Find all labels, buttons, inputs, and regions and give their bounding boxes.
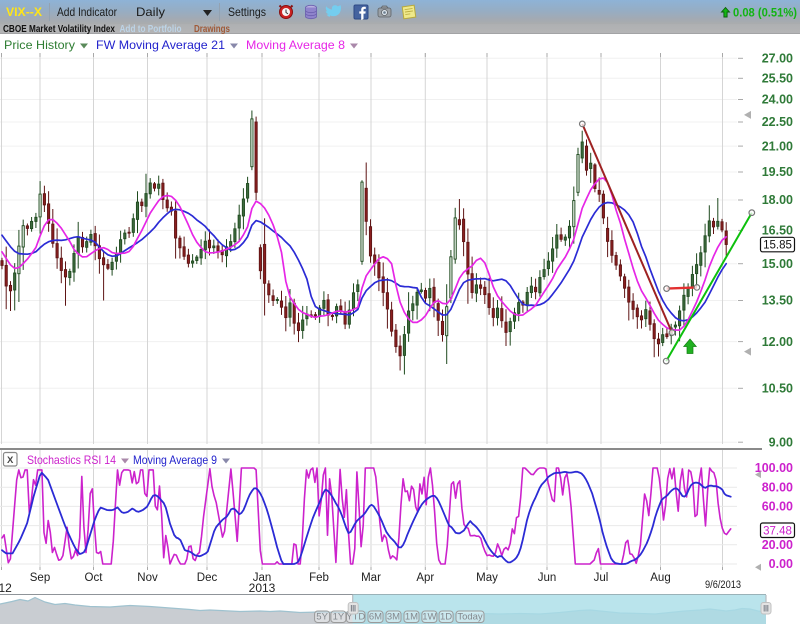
svg-text:25.50: 25.50 xyxy=(762,72,793,86)
svg-text:1Y: 1Y xyxy=(333,612,345,623)
svg-text:37.48: 37.48 xyxy=(763,525,792,537)
svg-text:9/6/2013: 9/6/2013 xyxy=(705,579,741,591)
svg-text:19.50: 19.50 xyxy=(762,165,793,179)
svg-text:5Y: 5Y xyxy=(316,612,328,623)
svg-text:15.00: 15.00 xyxy=(762,257,793,271)
svg-text:Mar: Mar xyxy=(361,572,381,584)
svg-text:Apr: Apr xyxy=(416,572,434,584)
svg-text:Stochastics RSI 14: Stochastics RSI 14 xyxy=(27,453,116,467)
svg-text:21.00: 21.00 xyxy=(762,139,793,153)
svg-text:1D: 1D xyxy=(440,612,452,623)
svg-text:13.50: 13.50 xyxy=(762,294,793,308)
svg-text:Oct: Oct xyxy=(85,572,104,584)
svg-text:Aug: Aug xyxy=(650,572,670,584)
svg-text:15.85: 15.85 xyxy=(763,240,792,252)
svg-text:X: X xyxy=(7,455,14,466)
svg-text:1M: 1M xyxy=(405,612,418,623)
svg-text:VIX--X: VIX--X xyxy=(6,5,42,19)
svg-text:Moving Average 8: Moving Average 8 xyxy=(246,38,345,52)
svg-text:CBOE Market Volatility Index: CBOE Market Volatility Index xyxy=(3,24,115,35)
svg-text:20.00: 20.00 xyxy=(762,538,793,552)
svg-text:Dec: Dec xyxy=(197,572,218,584)
svg-text:Add to Portfolio: Add to Portfolio xyxy=(120,24,182,35)
svg-text:2013: 2013 xyxy=(249,581,276,595)
svg-text:Jul: Jul xyxy=(594,572,609,584)
svg-text:2012: 2012 xyxy=(0,581,12,595)
svg-text:12.00: 12.00 xyxy=(762,335,793,349)
svg-text:Nov: Nov xyxy=(137,572,158,584)
svg-text:Today: Today xyxy=(457,612,483,623)
svg-text:6M: 6M xyxy=(369,612,382,623)
svg-text:Price History: Price History xyxy=(4,38,75,52)
svg-text:0.00: 0.00 xyxy=(769,557,793,571)
svg-text:18.00: 18.00 xyxy=(762,193,793,207)
svg-text:Moving Average 9: Moving Average 9 xyxy=(133,453,217,467)
svg-text:16.50: 16.50 xyxy=(762,224,793,238)
svg-text:80.00: 80.00 xyxy=(762,480,793,494)
svg-text:Add Indicator: Add Indicator xyxy=(57,5,117,19)
svg-text:Feb: Feb xyxy=(309,572,329,584)
svg-text:24.00: 24.00 xyxy=(762,93,793,107)
svg-text:27.00: 27.00 xyxy=(762,52,793,66)
svg-text:Daily: Daily xyxy=(136,5,165,19)
svg-text:1W: 1W xyxy=(422,612,436,623)
svg-text:Sep: Sep xyxy=(30,572,50,584)
svg-text:9.00: 9.00 xyxy=(769,435,793,449)
svg-text:0.08 (0.51%): 0.08 (0.51%) xyxy=(733,8,797,20)
svg-text:Drawings: Drawings xyxy=(194,24,230,35)
svg-text:3M: 3M xyxy=(387,612,400,623)
svg-text:May: May xyxy=(476,572,498,584)
svg-text:10.50: 10.50 xyxy=(762,382,793,396)
svg-text:Settings: Settings xyxy=(228,5,266,19)
svg-text:22.50: 22.50 xyxy=(762,115,793,129)
svg-text:Jun: Jun xyxy=(538,572,557,584)
svg-text:60.00: 60.00 xyxy=(762,500,793,514)
svg-text:FW Moving Average 21: FW Moving Average 21 xyxy=(96,38,225,52)
